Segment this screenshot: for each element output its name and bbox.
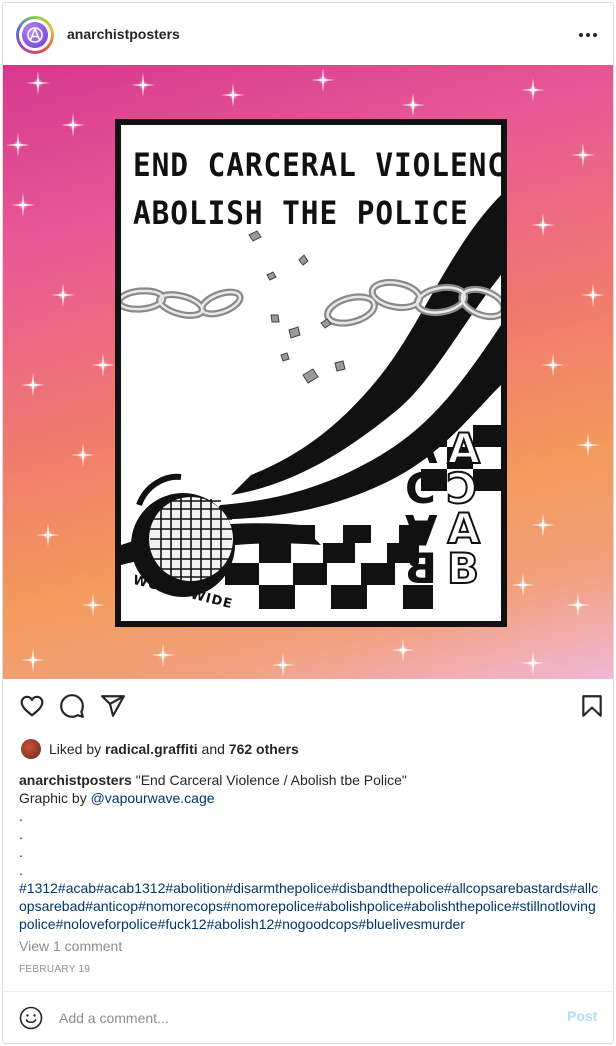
emoji-icon[interactable] <box>19 1006 43 1030</box>
share-icon[interactable] <box>100 693 126 719</box>
poster-title: END CARCERAL VIOLENCE ABOLISH THE POLICE <box>133 146 507 232</box>
comment-input[interactable] <box>59 1008 539 1028</box>
post-header: anarchistposters <box>3 3 613 65</box>
likes-summary: Liked by radical.graffiti and 762 others <box>19 739 299 759</box>
more-options-icon[interactable] <box>575 25 601 45</box>
comment-icon[interactable] <box>59 693 85 719</box>
post-username[interactable]: anarchistposters <box>67 26 180 42</box>
post-caption: anarchistposters "End Carceral Violence … <box>19 771 603 933</box>
post-image[interactable]: END CARCERAL VIOLENCE ABOLISH THE POLICE… <box>3 65 613 679</box>
heart-icon[interactable] <box>19 693 45 719</box>
liker-avatar[interactable] <box>21 739 41 759</box>
liker-username[interactable]: radical.graffiti <box>105 741 198 757</box>
post-card: anarchistposters END CARCERAL VIOLENCE A… <box>2 2 614 1044</box>
caption-username[interactable]: anarchistposters <box>19 772 132 788</box>
poster-acab-letters: AA CC AA BB <box>405 424 481 594</box>
credit-mention-link[interactable]: @vapourwave.cage <box>91 790 215 806</box>
bookmark-icon[interactable] <box>579 693 605 719</box>
anarchy-logo-icon <box>22 22 48 48</box>
view-comments-link[interactable]: View 1 comment <box>19 938 122 954</box>
hashtag-links[interactable]: #1312#acab#acab1312#abolition#disarmthep… <box>19 879 603 933</box>
comment-bar: Post <box>3 991 613 1044</box>
poster-artwork: END CARCERAL VIOLENCE ABOLISH THE POLICE… <box>115 119 507 627</box>
action-bar <box>3 679 613 731</box>
likes-count[interactable]: 762 others <box>229 741 299 757</box>
post-date[interactable]: FEBRUARY 19 <box>19 964 90 975</box>
caption-text: "End Carceral Violence / Abolish tbe Pol… <box>131 772 407 788</box>
avatar[interactable] <box>16 16 54 54</box>
post-comment-button[interactable]: Post <box>567 1008 597 1024</box>
